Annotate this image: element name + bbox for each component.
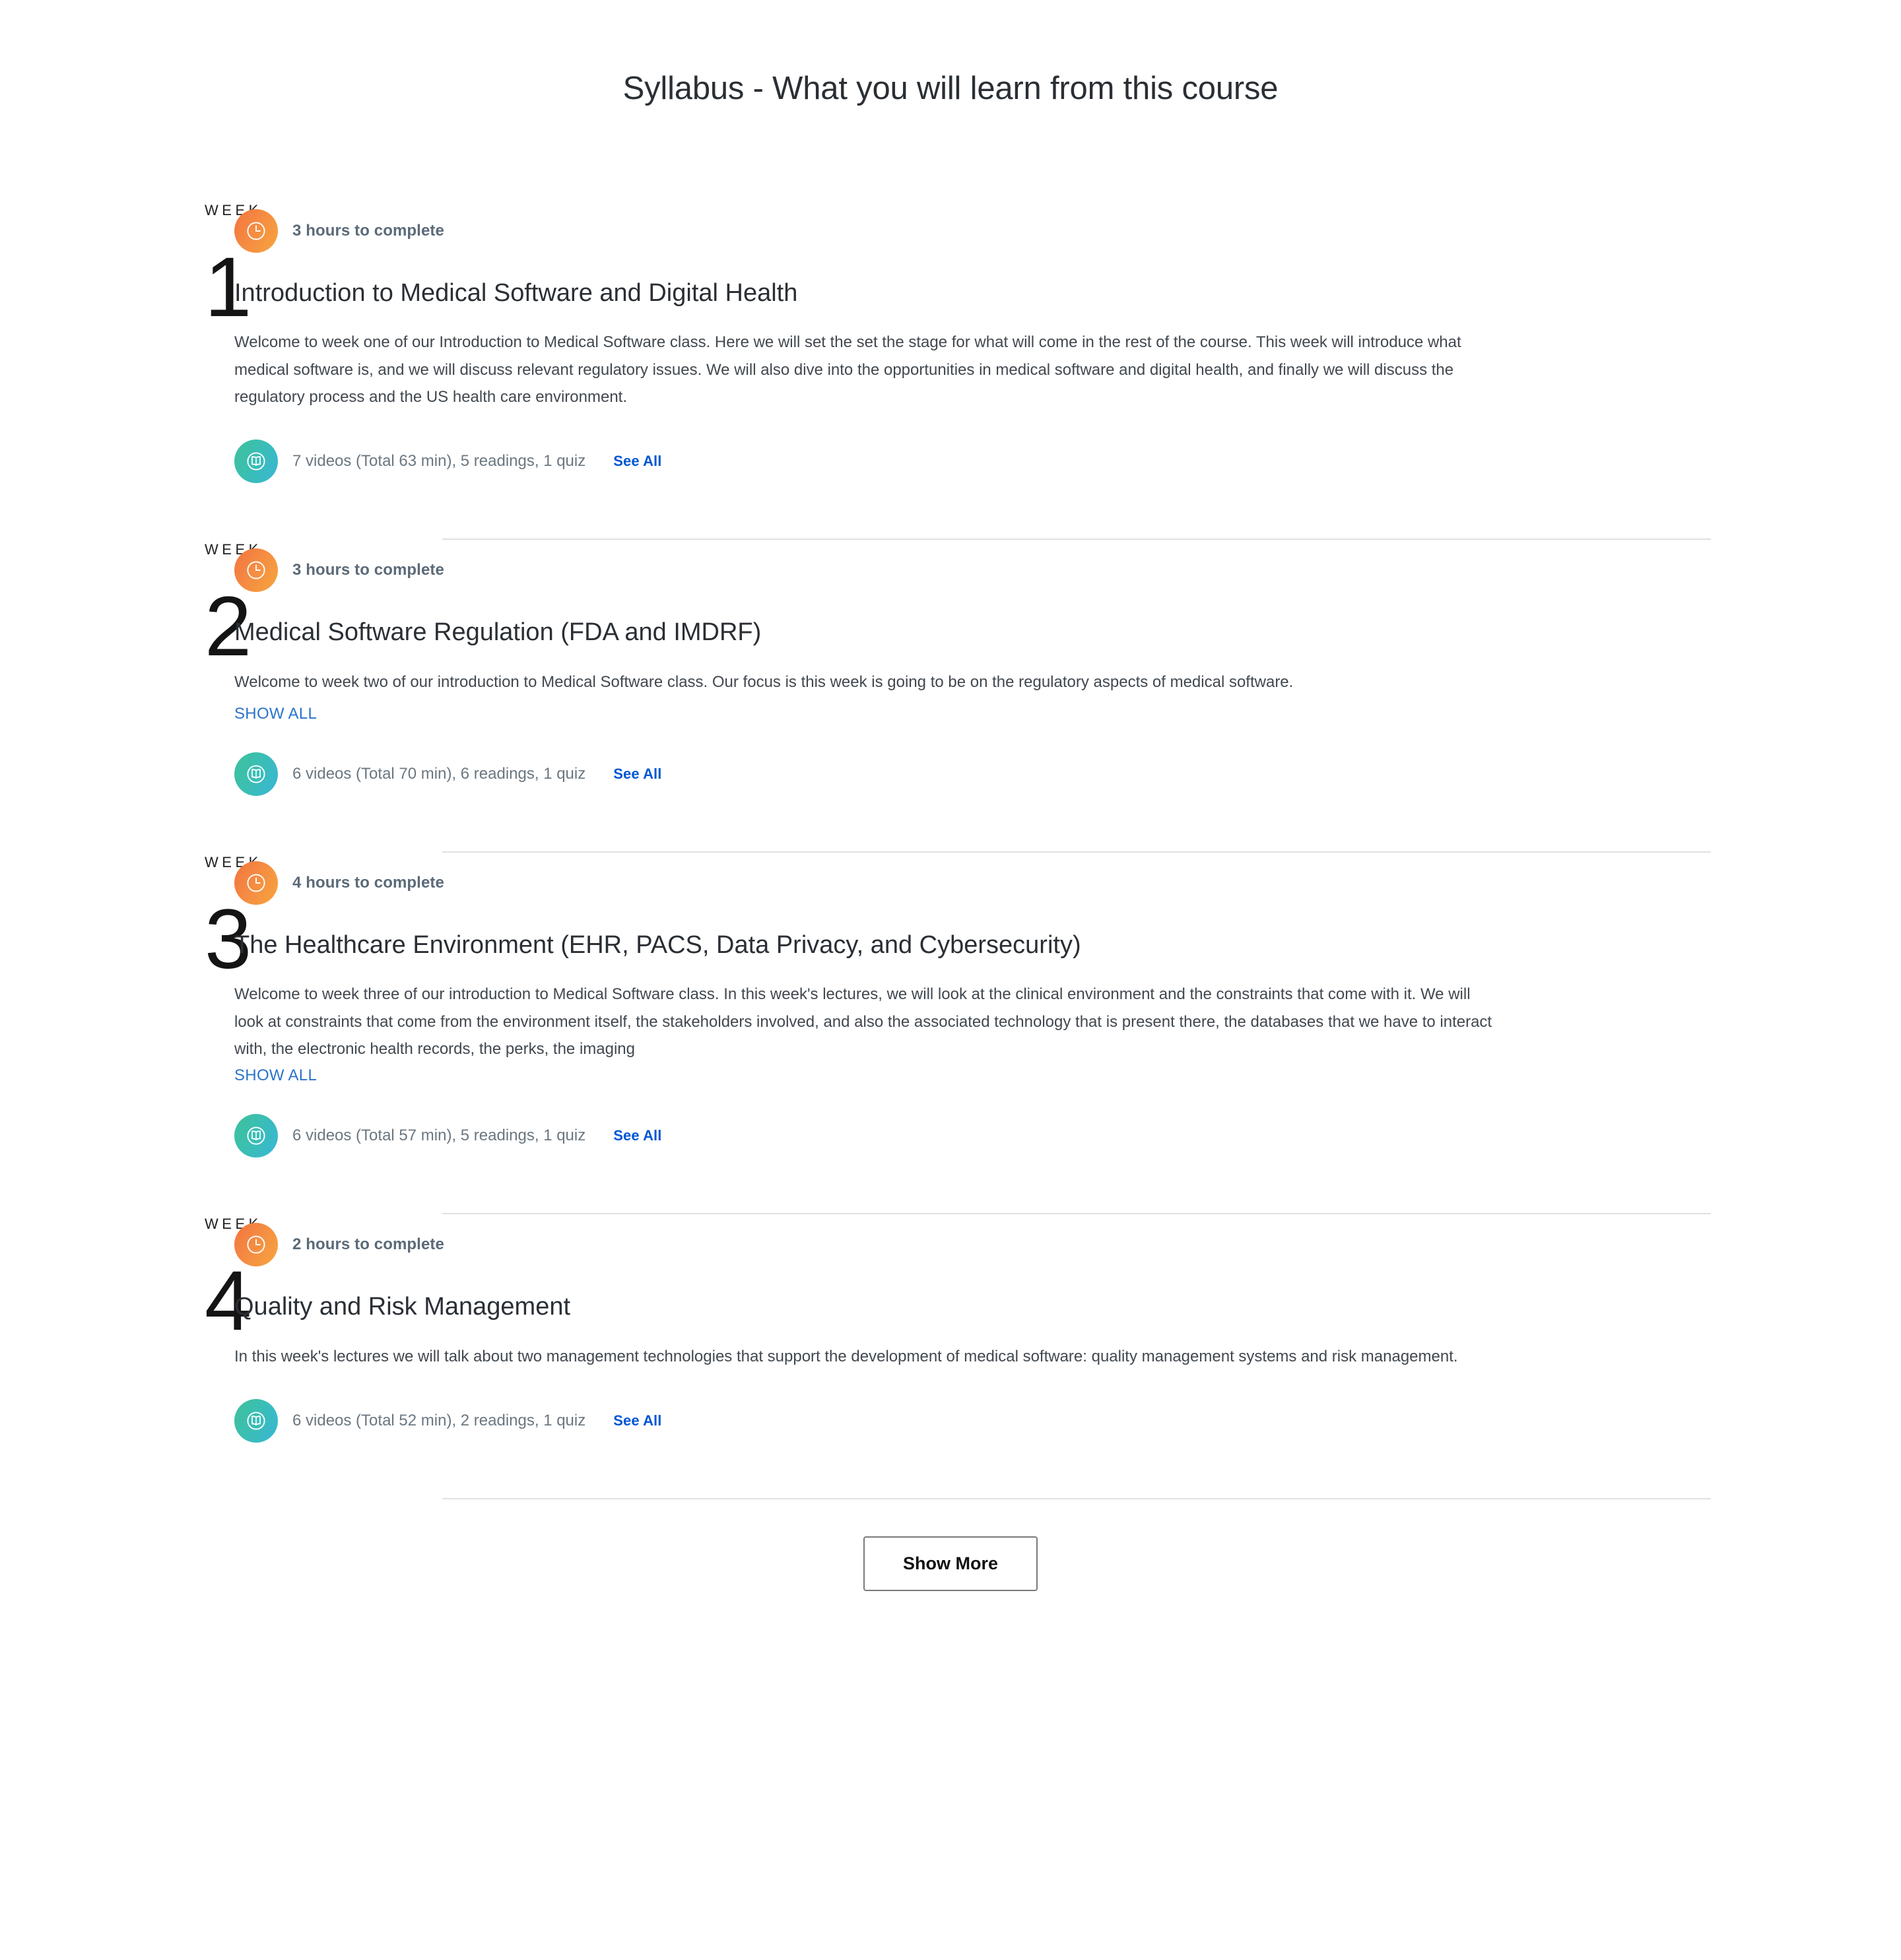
clock-icon [234,548,278,593]
show-all-link[interactable]: SHOW ALL [234,705,317,723]
week-stats-text: 6 videos (Total 70 min), 6 readings, 1 q… [292,764,586,783]
week-row: WEEK 4 2 hours to complete Quality and Ris… [0,1214,1901,1498]
duration-text: 3 hours to complete [292,561,444,579]
week-content: 2 hours to complete Quality and Risk Mana… [234,1214,1901,1498]
book-icon [234,1399,278,1443]
duration-row: 4 hours to complete [234,853,1503,913]
show-all-link[interactable]: SHOW ALL [234,1066,317,1085]
week-label: WEEK [205,201,262,218]
weeks-list: WEEK 1 3 hours to complete Introduction to… [0,201,1901,1500]
duration-row: 3 hours to complete [234,201,1503,261]
duration-row: 2 hours to complete [234,1214,1503,1275]
week-description: Welcome to week three of our introductio… [234,985,1492,1058]
book-icon [234,1114,278,1158]
week-stats-text: 6 videos (Total 57 min), 5 readings, 1 q… [292,1127,586,1145]
duration-row: 3 hours to complete [234,540,1503,601]
week-block: WEEK 2 3 hours to complete Medical Softwar… [0,540,1901,853]
show-more-container: Show More [0,1499,1901,1592]
week-content: 3 hours to complete Introduction to Medic… [234,201,1901,539]
week-content: 3 hours to complete Medical Software Regu… [234,540,1901,851]
week-number-column: WEEK 3 [0,853,262,987]
week-label: WEEK [205,541,262,558]
week-stats-row: 6 videos (Total 70 min), 6 readings, 1 q… [234,752,1503,796]
week-stats-text: 7 videos (Total 63 min), 5 readings, 1 q… [292,452,586,471]
week-description: In this week's lectures we will talk abo… [234,1347,1458,1365]
week-description: Welcome to week two of our introduction … [234,672,1294,691]
week-label: WEEK [205,853,262,870]
week-title: Medical Software Regulation (FDA and IMD… [234,618,762,647]
week-number: 4 [205,1254,252,1349]
week-stats-row: 7 videos (Total 63 min), 5 readings, 1 q… [234,440,1503,484]
see-all-link[interactable]: See All [613,453,661,470]
week-block: WEEK 4 2 hours to complete Quality and Ris… [0,1214,1901,1500]
week-number-column: WEEK 4 [0,1214,262,1349]
week-label: WEEK [205,1216,262,1233]
week-number: 3 [205,892,252,987]
duration-text: 3 hours to complete [292,221,444,240]
week-block: WEEK 1 3 hours to complete Introduction to… [0,201,1901,540]
week-row: WEEK 2 3 hours to complete Medical Softwar… [0,540,1901,851]
duration-text: 4 hours to complete [292,873,444,892]
duration-text: 2 hours to complete [292,1235,444,1254]
page-title: Syllabus - What you will learn from this… [622,71,1279,106]
week-number: 2 [205,579,252,674]
week-stats-text: 6 videos (Total 52 min), 2 readings, 1 q… [292,1412,586,1430]
week-title: Quality and Risk Management [234,1293,571,1321]
week-content: 4 hours to complete The Healthcare Enviro… [234,853,1901,1214]
book-icon [234,752,278,796]
week-title: Introduction to Medical Software and Dig… [234,278,798,307]
clock-icon [234,209,278,253]
week-number-column: WEEK 2 [0,540,262,674]
week-block: WEEK 3 4 hours to complete The Healthcare … [0,853,1901,1215]
clock-icon [234,861,278,905]
see-all-link[interactable]: See All [613,1127,661,1144]
show-more-button[interactable]: Show More [863,1536,1038,1592]
syllabus-page: Syllabus - What you will learn from this… [0,0,1901,1592]
week-title: The Healthcare Environment (EHR, PACS, D… [234,931,1081,959]
week-row: WEEK 3 4 hours to complete The Healthcare … [0,853,1901,1214]
see-all-link[interactable]: See All [613,766,661,783]
see-all-link[interactable]: See All [613,1412,661,1429]
week-description: Welcome to week one of our Introduction … [234,333,1461,406]
week-number-column: WEEK 1 [0,201,262,335]
book-icon [234,440,278,484]
clock-icon [234,1223,278,1267]
week-row: WEEK 1 3 hours to complete Introduction to… [0,201,1901,539]
week-number: 1 [205,240,252,335]
week-stats-row: 6 videos (Total 57 min), 5 readings, 1 q… [234,1114,1503,1158]
week-stats-row: 6 videos (Total 52 min), 2 readings, 1 q… [234,1399,1503,1443]
